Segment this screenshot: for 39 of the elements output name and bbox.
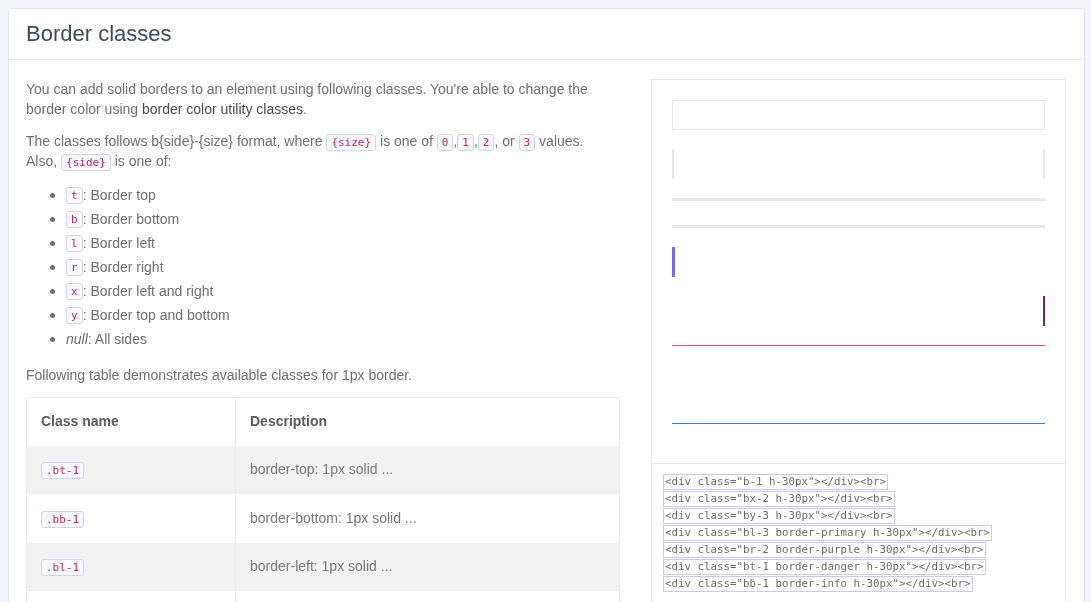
paragraph: You can add solid borders to an element using following classes. You're able to change the border color using border color utility classes. bbox=[26, 80, 589, 119]
inline-code: r bbox=[66, 258, 83, 276]
inline-code: .bt-1 bbox=[41, 462, 85, 480]
bullet-icon bbox=[50, 192, 55, 198]
list-item-text: : Border bottom bbox=[82, 209, 180, 229]
paragraph: The classes follows b{side}-{size} format, where {size} is one of 0 , 1 , 2 , or 3 values. Also, {side} is one of: bbox=[26, 132, 585, 171]
inline-code: 2 bbox=[477, 133, 495, 151]
inline-code: 1 bbox=[457, 133, 474, 151]
list-item-text: null: All sides bbox=[66, 329, 147, 349]
inline-code: 3 bbox=[518, 133, 536, 151]
inline-code: l bbox=[66, 234, 83, 252]
inline-code: x bbox=[66, 282, 83, 300]
table-cell: border-bottom: 1px solid ... bbox=[235, 494, 620, 543]
list-item-text: : Border top bbox=[82, 185, 156, 205]
bullet-icon bbox=[50, 264, 55, 270]
table-cell: border-left: 1px solid ... bbox=[235, 542, 620, 592]
column-header: Class name bbox=[26, 397, 236, 446]
list-item-text: : Border left bbox=[82, 233, 155, 253]
list-item-text: : Border right bbox=[82, 257, 164, 277]
bullet-icon bbox=[50, 216, 55, 222]
paragraph: Following table demonstrates available classes for 1px border. bbox=[26, 366, 413, 385]
list-item-text: : Border top and bottom bbox=[82, 305, 230, 325]
bullet-icon bbox=[50, 288, 55, 294]
inline-code: {size} bbox=[326, 133, 377, 151]
link[interactable]: border color utility classes bbox=[141, 101, 303, 117]
card-title: Border classes bbox=[26, 23, 172, 45]
table-cell: border-top: 1px solid ... bbox=[235, 445, 620, 495]
inline-code: {side} bbox=[61, 153, 111, 171]
inline-code: y bbox=[66, 306, 83, 324]
bullet-icon bbox=[50, 312, 55, 318]
inline-code: b bbox=[66, 210, 83, 228]
bullet-icon bbox=[50, 336, 55, 342]
column-header: Description bbox=[235, 397, 620, 446]
inline-code: .bb-1 bbox=[41, 510, 85, 528]
bullet-icon bbox=[50, 240, 55, 246]
inline-code: 0 bbox=[436, 133, 454, 151]
list-item-text: : Border left and right bbox=[82, 281, 214, 301]
inline-code: t bbox=[66, 186, 83, 204]
inline-code: .bl-1 bbox=[41, 559, 85, 577]
